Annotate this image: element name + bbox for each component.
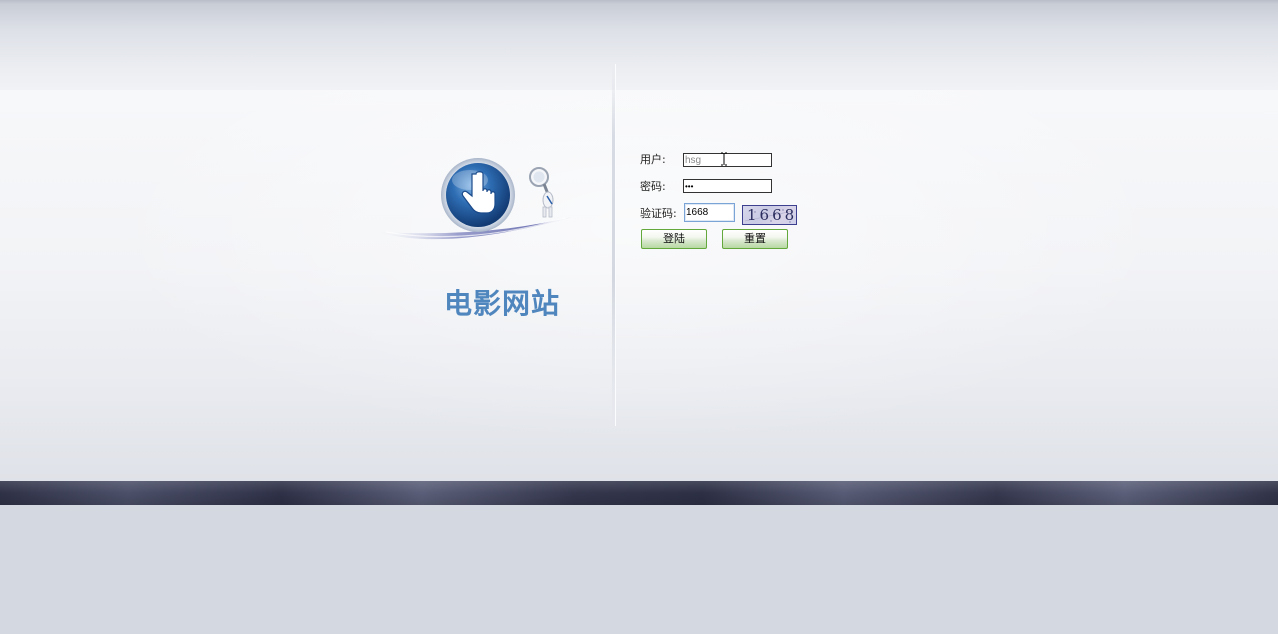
captcha-label: 验证码: [640,207,677,220]
magnifier-figure-icon [529,167,554,218]
captcha-field[interactable] [684,203,735,222]
site-logo [378,158,576,240]
decorative-stripe [0,481,1278,505]
footer-area [0,505,1278,634]
header-band [0,0,1278,90]
password-field[interactable] [683,179,772,193]
login-page: 电影网站 用户: 密码: 验证码: 1668 登陆 重置 [0,0,1278,634]
captcha-text: 1668 [747,206,797,224]
text-ibeam-cursor-icon [721,152,727,166]
password-label: 密码: [640,180,666,193]
login-button[interactable]: 登陆 [641,229,707,249]
reset-button[interactable]: 重置 [722,229,788,249]
captcha-image[interactable]: 1668 [742,205,797,225]
pointing-hand-globe-icon [441,158,515,232]
login-panel [0,90,1278,481]
site-title: 电影网站 [444,287,561,320]
panel-divider [612,64,615,426]
username-label: 用户: [640,153,666,166]
